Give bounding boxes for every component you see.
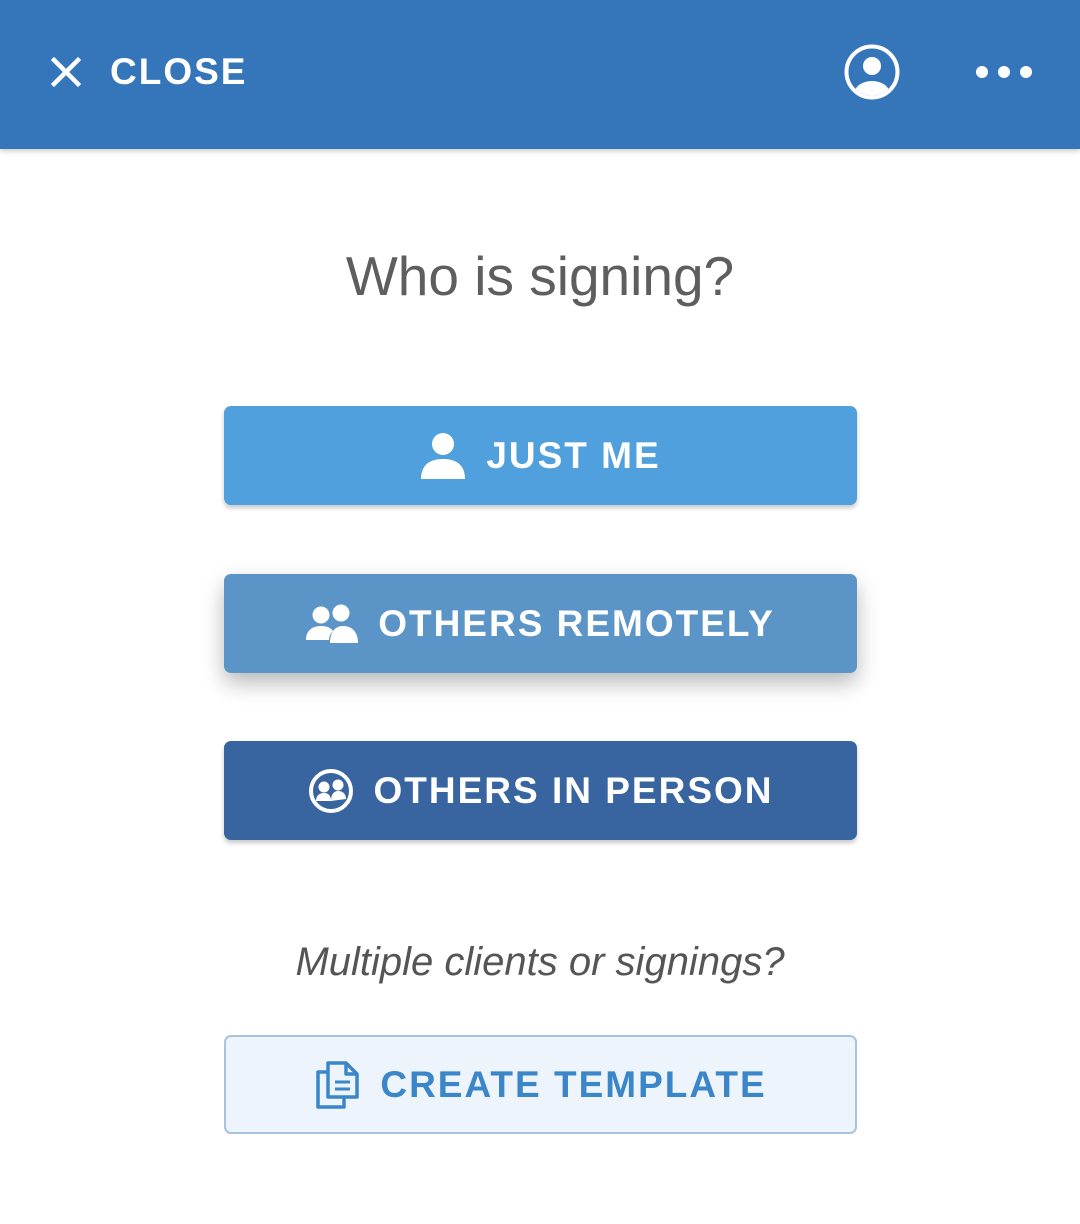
person-icon <box>420 432 466 480</box>
app: CLOSE Who is signing? JUST ME OTHERS REM… <box>0 0 1080 1224</box>
others-in-person-label: OTHERS IN PERSON <box>373 769 774 811</box>
page-title: Who is signing? <box>345 245 735 307</box>
close-button[interactable]: CLOSE <box>48 44 247 100</box>
others-remotely-label: OTHERS REMOTELY <box>378 602 775 644</box>
create-template-label: CREATE TEMPLATE <box>380 1063 767 1105</box>
just-me-label: JUST ME <box>486 434 661 476</box>
top-bar: CLOSE <box>0 0 1080 149</box>
account-icon <box>842 42 902 102</box>
close-label: CLOSE <box>110 51 248 92</box>
more-icon <box>972 52 1036 92</box>
documents-icon <box>314 1059 360 1111</box>
in-person-icon <box>308 768 354 814</box>
create-template-button[interactable]: CREATE TEMPLATE <box>224 1035 857 1134</box>
multiple-signings-subtitle: Multiple clients or signings? <box>295 940 785 984</box>
people-icon <box>306 604 359 644</box>
others-in-person-button[interactable]: OTHERS IN PERSON <box>224 741 857 840</box>
more-button[interactable] <box>972 52 1036 92</box>
just-me-button[interactable]: JUST ME <box>224 406 857 505</box>
close-icon <box>48 54 84 90</box>
others-remotely-button[interactable]: OTHERS REMOTELY <box>224 574 857 673</box>
account-button[interactable] <box>842 42 902 102</box>
